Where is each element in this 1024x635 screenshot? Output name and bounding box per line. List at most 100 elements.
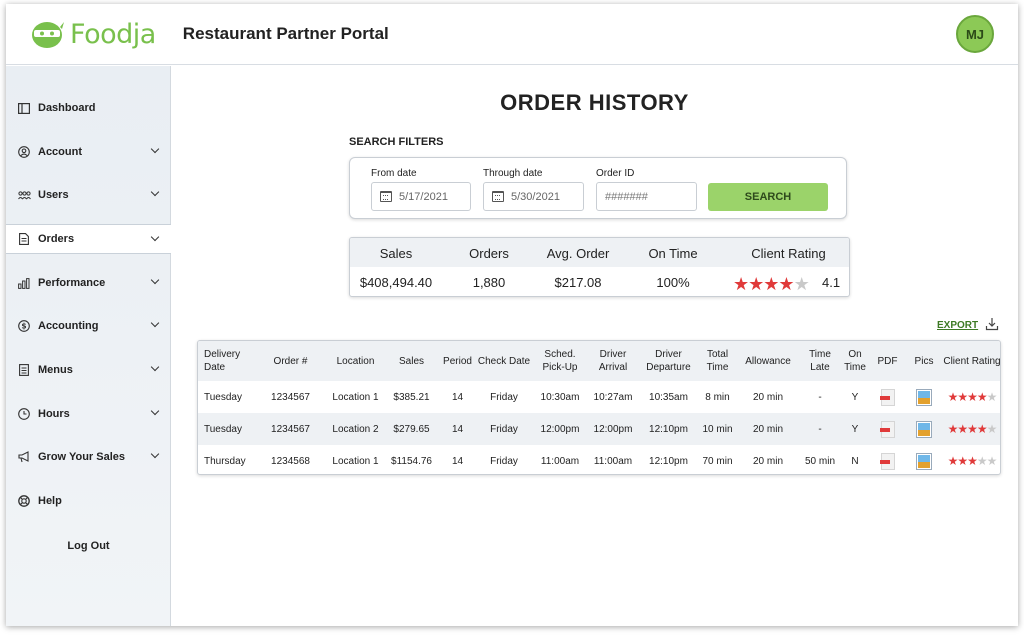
cell-allowance: 20 min: [752, 455, 783, 467]
summary-sales-value: $408,494.40: [359, 275, 433, 290]
rating-stars: ★★★★★: [947, 454, 998, 468]
sidebar-item-orders[interactable]: Orders: [6, 224, 171, 254]
chevron-down-icon: [150, 144, 160, 154]
pdf-icon[interactable]: [879, 388, 895, 406]
users-icon: [16, 190, 32, 200]
star-filled-icon: ★: [947, 390, 959, 404]
sidebar-item-label: Grow Your Sales: [38, 451, 126, 463]
column-header: Check Date: [477, 355, 531, 367]
sidebar-item-label: Accounting: [38, 320, 99, 332]
cell-check-date: Friday: [490, 455, 518, 467]
column-header: Sched. Pick-Up: [542, 349, 578, 373]
image-icon[interactable]: [916, 452, 932, 470]
order-id-field[interactable]: #######: [596, 182, 697, 211]
cell-pickup: 12:00pm: [540, 423, 580, 435]
star-empty-icon: ★: [986, 390, 998, 404]
image-icon[interactable]: [916, 420, 932, 438]
logout-link[interactable]: Log Out: [6, 540, 171, 552]
column-header: Delivery Date: [204, 349, 241, 373]
column-header: Driver Arrival: [598, 349, 628, 373]
star-filled-icon: ★: [957, 454, 968, 468]
summary-orders-value: 1,880: [472, 275, 506, 290]
cell-total: 10 min: [702, 423, 733, 435]
download-icon[interactable]: [985, 317, 999, 331]
table-row[interactable]: Tuesday 1234567 Location 2 $279.65 14 Friday 1…: [198, 413, 1000, 445]
column-header: PDF: [877, 355, 898, 367]
pdf-icon[interactable]: [879, 420, 895, 438]
sidebar-item-label: Performance: [38, 277, 106, 289]
rating-cell: ★★★★★: [943, 381, 1000, 413]
sidebar-item-help[interactable]: Help: [6, 486, 171, 516]
sidebar: Dashboard Account Users Orders Performan…: [6, 66, 171, 626]
sidebar-item-dashboard[interactable]: Dashboard: [6, 93, 171, 123]
table-header-row: Delivery Date Order # Location Sales Period C…: [198, 341, 1000, 381]
chevron-down-icon: [150, 187, 160, 197]
bar-chart-icon: [16, 277, 32, 289]
star-filled-icon: ★: [947, 422, 959, 436]
sidebar-item-users[interactable]: Users: [6, 180, 171, 210]
cell-sales: $279.65: [393, 423, 430, 435]
sidebar-item-menus[interactable]: Menus: [6, 355, 171, 385]
sidebar-item-label: Users: [38, 189, 69, 201]
order-id-label: Order ID: [596, 168, 635, 179]
star-filled-icon: ★: [976, 390, 988, 404]
table-row[interactable]: Tuesday 1234567 Location 1 $385.21 14 Friday 1…: [198, 381, 1000, 413]
pdf-icon[interactable]: [879, 452, 895, 470]
sidebar-item-accounting[interactable]: $ Accounting: [6, 311, 171, 341]
summary-on-time-value: 100%: [656, 275, 690, 290]
summary-rating-stars: ★★★★★: [733, 274, 810, 294]
chevron-down-icon: [150, 406, 160, 416]
order-summary: Sales Orders Avg. Order On Time Client R…: [349, 237, 850, 297]
chevron-down-icon: [150, 275, 160, 285]
foodja-logo[interactable]: Foodja: [30, 19, 156, 50]
column-header: Total Time: [706, 349, 729, 373]
star-empty-icon: ★: [793, 274, 810, 294]
sidebar-item-hours[interactable]: Hours: [6, 399, 171, 429]
cell-late: -: [818, 391, 822, 403]
column-header: Allowance: [745, 355, 791, 367]
table-row[interactable]: Thursday 1234568 Location 1 $1154.76 14 Frida…: [198, 445, 1000, 474]
sidebar-item-account[interactable]: Account: [6, 137, 171, 167]
dollar-circle-icon: $: [16, 320, 32, 332]
column-header: Time Late: [809, 349, 831, 373]
star-filled-icon: ★: [778, 274, 794, 294]
cell-total: 70 min: [702, 455, 733, 467]
cell-location: Location 1: [332, 455, 379, 467]
cell-on-time: Y: [851, 391, 859, 403]
image-icon[interactable]: [916, 388, 932, 406]
star-empty-icon: ★: [986, 454, 998, 468]
summary-header-sales: Sales: [379, 246, 413, 261]
export-link[interactable]: EXPORT: [937, 320, 978, 331]
column-header: On Time: [844, 349, 866, 373]
from-date-label: From date: [371, 168, 417, 179]
sidebar-item-label: Help: [38, 495, 62, 507]
from-date-field[interactable]: 5/17/2021: [371, 182, 471, 211]
sidebar-item-label: Menus: [38, 364, 73, 376]
star-empty-icon: ★: [976, 454, 988, 468]
cell-departure: 12:10pm: [649, 423, 688, 435]
search-button[interactable]: SEARCH: [708, 183, 828, 211]
page-title: ORDER HISTORY: [500, 90, 689, 115]
cell-period: 14: [451, 423, 464, 435]
column-header: Sales: [398, 355, 424, 367]
cell-allowance: 20 min: [752, 423, 783, 435]
star-filled-icon: ★: [967, 390, 978, 404]
through-date-value: 5/30/2021: [511, 190, 560, 203]
cell-total: 8 min: [705, 391, 730, 403]
cell-sales: $385.21: [393, 391, 430, 403]
user-avatar[interactable]: MJ: [956, 15, 994, 53]
sidebar-item-grow-your-sales[interactable]: Grow Your Sales: [6, 442, 171, 472]
star-filled-icon: ★: [763, 274, 779, 294]
filters-heading: SEARCH FILTERS: [349, 136, 444, 148]
cell-allowance: 20 min: [752, 391, 783, 403]
calendar-icon: [380, 191, 392, 202]
from-date-value: 5/17/2021: [399, 190, 448, 203]
sidebar-item-label: Dashboard: [38, 102, 96, 114]
cell-period: 14: [451, 391, 464, 403]
star-filled-icon: ★: [947, 454, 959, 468]
document-icon: [16, 233, 32, 245]
cell-departure: 10:35am: [649, 391, 688, 403]
sidebar-item-performance[interactable]: Performance: [6, 268, 171, 298]
through-date-field[interactable]: 5/30/2021: [483, 182, 584, 211]
cell-order: 1234567: [271, 391, 310, 403]
